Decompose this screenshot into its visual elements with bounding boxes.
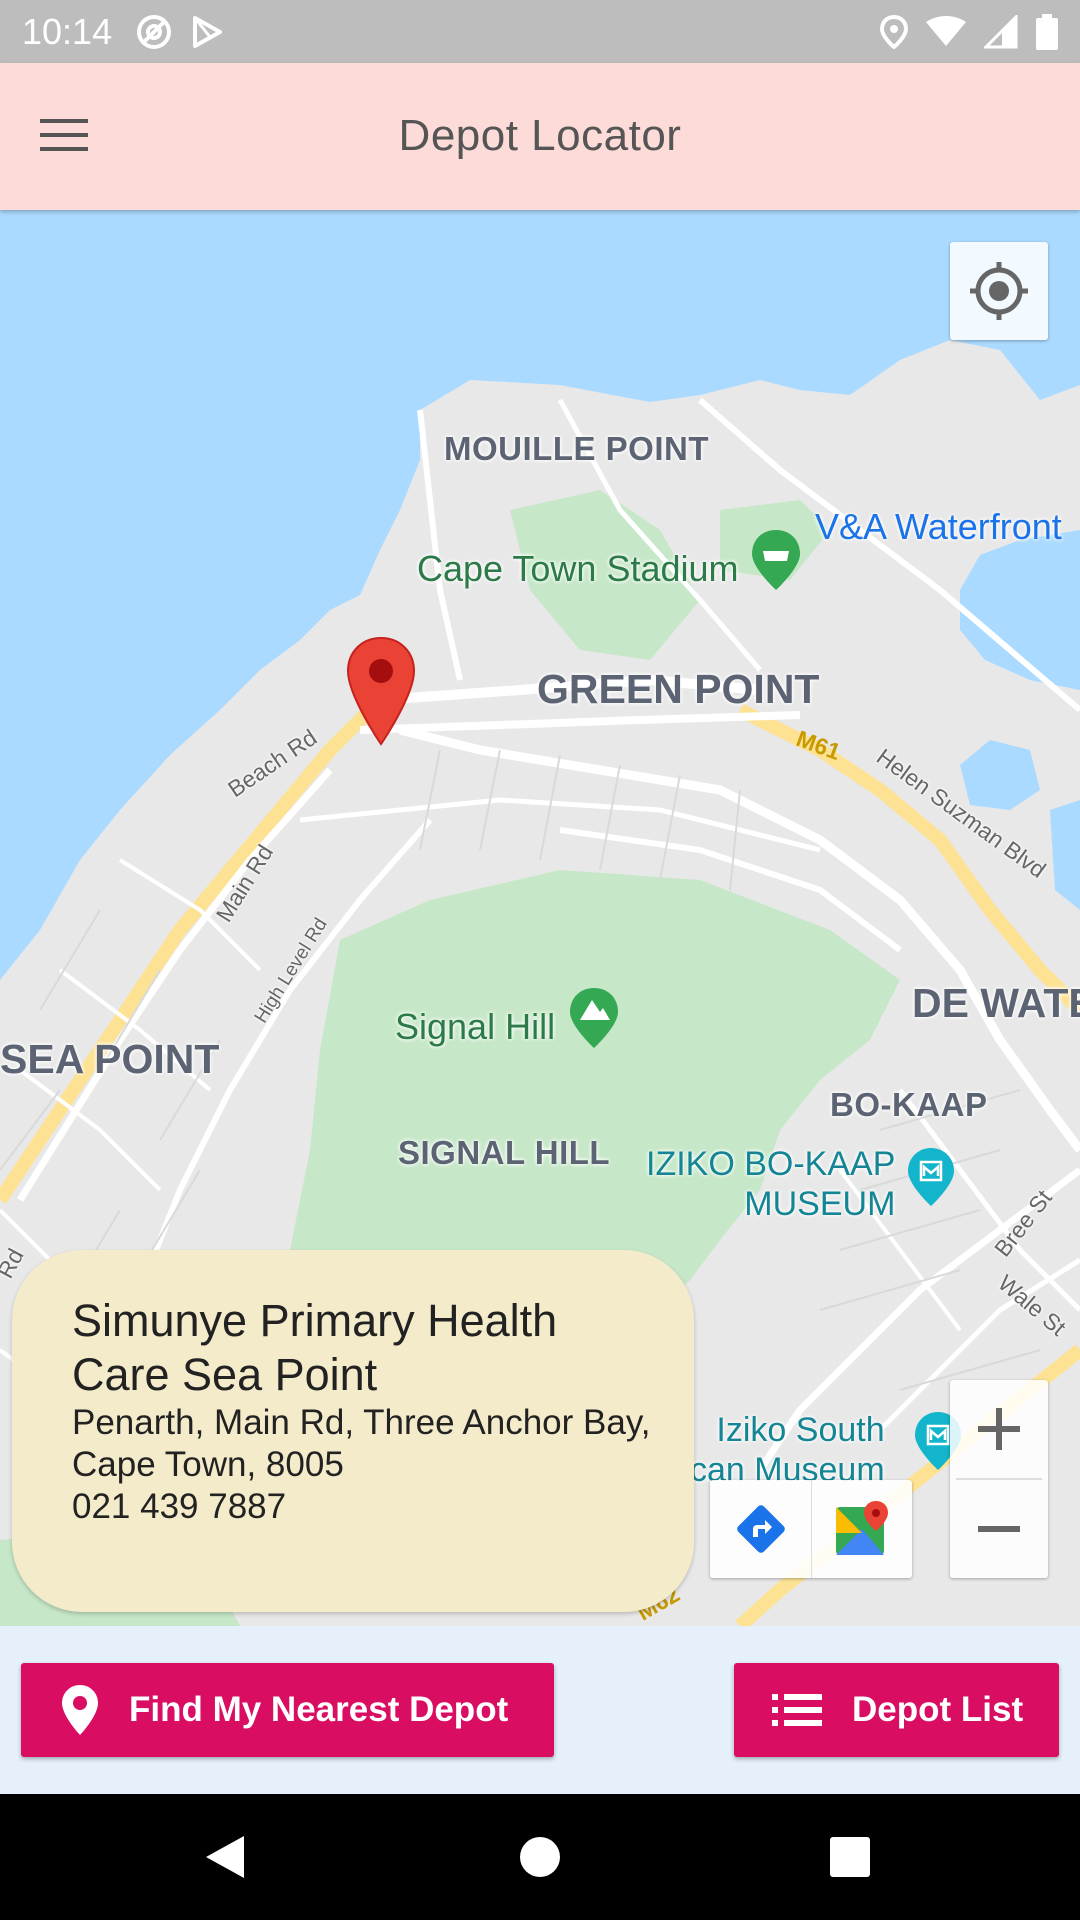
map-label-iziko-south: Iziko South can Museum xyxy=(690,1411,885,1489)
zoom-controls xyxy=(950,1380,1048,1578)
depot-list-label: Depot List xyxy=(852,1690,1024,1729)
map-label-va-waterfront: V&A Waterfront xyxy=(815,506,1062,547)
at-sign-icon xyxy=(137,14,172,49)
list-icon xyxy=(772,1694,822,1726)
zoom-in-button[interactable] xyxy=(950,1380,1048,1478)
system-nav-bar xyxy=(0,1794,1080,1920)
page-title: Depot Locator xyxy=(398,111,682,160)
signal-icon xyxy=(984,14,1018,48)
status-time: 10:14 xyxy=(22,10,113,52)
map-label-bo-kaap: BO-KAAP xyxy=(830,1086,988,1123)
nav-back-button[interactable] xyxy=(190,1822,260,1892)
find-nearest-depot-label: Find My Nearest Depot xyxy=(129,1690,509,1729)
map-label-iziko-bo-kaap: IZIKO BO-KAAP MUSEUM xyxy=(646,1145,896,1223)
map-label-mouille-point: MOUILLE POINT xyxy=(444,430,709,467)
stadium-poi-icon xyxy=(752,530,800,590)
nav-recents-button[interactable] xyxy=(815,1822,885,1892)
bottom-action-bar: Find My Nearest Depot Depot List xyxy=(0,1626,1080,1794)
depot-list-button[interactable]: Depot List xyxy=(734,1663,1059,1757)
recents-square-icon xyxy=(830,1837,870,1877)
app-bar: Depot Locator xyxy=(0,63,1080,210)
my-location-button[interactable] xyxy=(950,242,1048,340)
selected-depot-pin[interactable] xyxy=(346,636,416,746)
mountain-poi-icon xyxy=(570,988,618,1048)
map-label-sea-point: SEA POINT xyxy=(0,1036,220,1082)
map-label-signal-hill-poi: Signal Hill xyxy=(395,1006,556,1047)
back-triangle-icon xyxy=(206,1836,244,1878)
location-pin-icon xyxy=(62,1685,98,1735)
museum-poi-icon xyxy=(908,1148,954,1206)
depot-info-card[interactable]: Simunye Primary Health Care Sea Point Pe… xyxy=(12,1250,694,1612)
location-icon xyxy=(880,14,908,49)
my-location-icon xyxy=(970,262,1028,320)
map-label-de-waterkant: DE WATE xyxy=(912,980,1080,1026)
directions-icon xyxy=(736,1505,785,1553)
minus-icon xyxy=(978,1526,1020,1532)
depot-name: Simunye Primary Health Care Sea Point xyxy=(72,1295,558,1400)
depot-address: Penarth, Main Rd, Three Anchor Bay, Cape… xyxy=(72,1403,651,1484)
map-label-signal-hill-area: SIGNAL HILL xyxy=(398,1134,611,1171)
play-store-icon xyxy=(193,15,223,48)
nav-home-button[interactable] xyxy=(505,1822,575,1892)
status-bar: 10:14 xyxy=(0,0,1080,63)
map-toolbar xyxy=(710,1480,912,1578)
wifi-icon xyxy=(926,15,966,46)
depot-phone: 021 439 7887 xyxy=(72,1487,287,1526)
map-label-green-point: GREEN POINT xyxy=(537,666,820,712)
plus-icon xyxy=(978,1408,1020,1450)
zoom-out-button[interactable] xyxy=(950,1480,1048,1578)
map-label-cape-town-stadium: Cape Town Stadium xyxy=(417,548,739,589)
find-nearest-depot-button[interactable]: Find My Nearest Depot xyxy=(21,1663,554,1757)
map-view[interactable]: MOUILLE POINT Cape Town Stadium V&A Wate… xyxy=(0,210,1080,1626)
open-google-maps-button[interactable] xyxy=(811,1480,912,1578)
battery-icon xyxy=(1036,13,1058,50)
google-maps-icon xyxy=(836,1501,888,1555)
directions-button[interactable] xyxy=(710,1480,811,1578)
home-circle-icon xyxy=(520,1837,560,1877)
